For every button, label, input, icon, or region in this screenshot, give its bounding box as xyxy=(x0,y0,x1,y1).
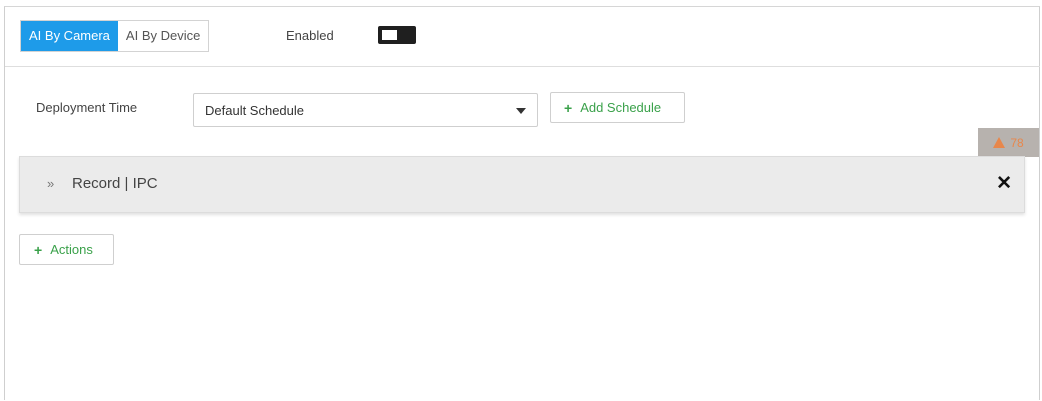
plus-icon: + xyxy=(564,99,573,116)
tab-ai-by-camera[interactable]: AI By Camera xyxy=(21,21,118,51)
dropdown-caret-icon xyxy=(516,108,526,114)
schedule-select[interactable]: Default Schedule xyxy=(193,93,538,127)
close-icon[interactable]: ✕ xyxy=(996,172,1012,195)
enabled-label: Enabled xyxy=(286,28,334,43)
tab-ai-by-device[interactable]: AI By Device xyxy=(117,21,209,51)
warning-icon xyxy=(993,137,1006,148)
action-panel: » Record | IPC ✕ xyxy=(19,156,1025,213)
expand-chevron-icon[interactable]: » xyxy=(47,176,54,191)
deployment-time-label: Deployment Time xyxy=(36,100,138,115)
add-schedule-label: Add Schedule xyxy=(580,100,662,115)
header-divider xyxy=(5,66,1040,67)
action-title: Record | IPC xyxy=(72,175,158,192)
add-actions-button[interactable]: + Actions xyxy=(19,234,114,265)
schedule-select-value: Default Schedule xyxy=(205,103,305,118)
alert-count: 78 xyxy=(1010,135,1024,150)
actions-label: Actions xyxy=(50,242,93,257)
alert-badge[interactable]: 78 xyxy=(978,128,1039,157)
enabled-toggle[interactable] xyxy=(378,26,416,44)
ai-mode-tabs: AI By Camera AI By Device xyxy=(20,20,210,52)
toggle-knob xyxy=(382,30,397,40)
plus-icon: + xyxy=(34,241,43,258)
add-schedule-button[interactable]: + Add Schedule xyxy=(550,92,685,123)
